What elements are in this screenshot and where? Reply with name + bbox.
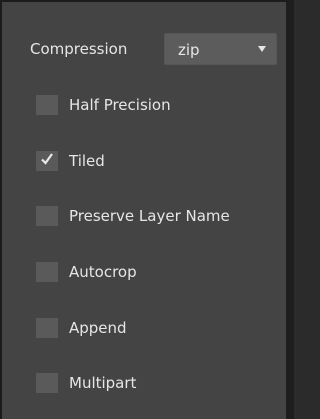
checkbox[interactable] bbox=[36, 206, 58, 226]
option-label: Autocrop bbox=[69, 263, 137, 281]
option-label: Preserve Layer Name bbox=[69, 207, 230, 225]
checkbox[interactable] bbox=[36, 318, 58, 338]
option-label: Multipart bbox=[69, 374, 137, 392]
compression-row: Compression zip bbox=[2, 32, 286, 66]
option-preserve-layer-name[interactable]: Preserve Layer Name bbox=[2, 200, 286, 230]
option-tiled[interactable]: Tiled bbox=[2, 145, 286, 175]
compression-label: Compression bbox=[30, 40, 128, 58]
option-multipart[interactable]: Multipart bbox=[2, 367, 286, 397]
dropdown-arrow-icon bbox=[258, 46, 266, 52]
checkbox[interactable] bbox=[36, 373, 58, 393]
checkbox[interactable] bbox=[36, 262, 58, 282]
option-append[interactable]: Append bbox=[2, 312, 286, 342]
checkbox[interactable] bbox=[36, 95, 58, 115]
option-autocrop[interactable]: Autocrop bbox=[2, 256, 286, 286]
option-label: Tiled bbox=[69, 152, 105, 170]
checkbox[interactable] bbox=[36, 151, 58, 171]
option-half-precision[interactable]: Half Precision bbox=[2, 89, 286, 119]
compression-dropdown[interactable]: zip bbox=[164, 33, 277, 65]
export-options-panel: Compression zip Half Precision Tiled Pre… bbox=[0, 0, 294, 419]
option-label: Append bbox=[69, 319, 127, 337]
compression-value: zip bbox=[178, 41, 200, 59]
option-label: Half Precision bbox=[69, 96, 171, 114]
checkmark-icon bbox=[41, 153, 53, 165]
